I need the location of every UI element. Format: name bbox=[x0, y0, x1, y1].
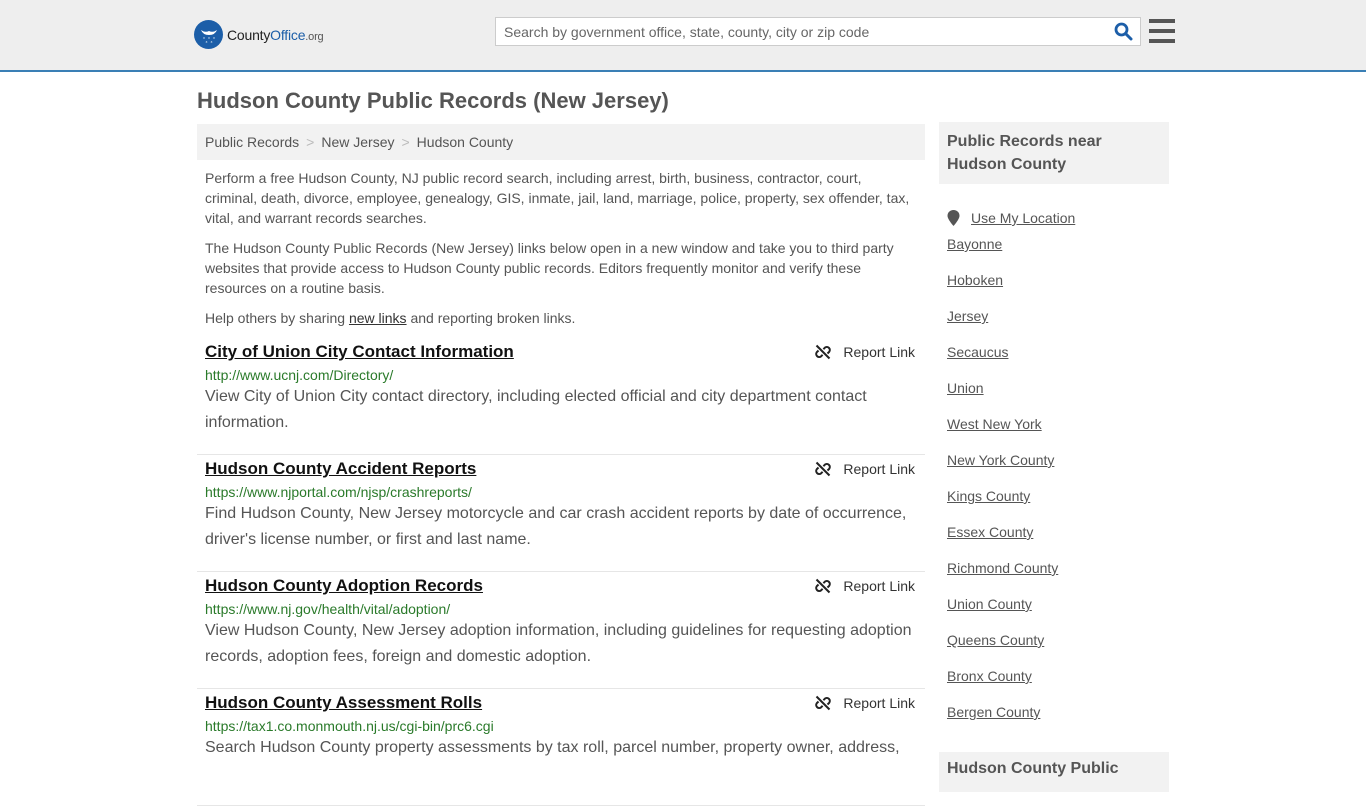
report-link-label: Report Link bbox=[843, 695, 915, 711]
nearby-item: Union County bbox=[947, 596, 1161, 632]
nearby-item: New York County bbox=[947, 452, 1161, 488]
report-link-label: Report Link bbox=[843, 461, 915, 477]
intro-paragraph: Perform a free Hudson County, NJ public … bbox=[205, 170, 910, 226]
search-icon bbox=[1114, 22, 1132, 41]
use-my-location-link[interactable]: Use My Location bbox=[971, 210, 1075, 226]
breadcrumb-hudson-county[interactable]: Hudson County bbox=[417, 134, 514, 150]
record-url-link[interactable]: https://www.nj.gov/health/vital/adoption… bbox=[205, 601, 450, 617]
broken-link-icon bbox=[815, 461, 832, 477]
nearby-link[interactable]: Richmond County bbox=[947, 560, 1058, 576]
record-description: Search Hudson County property assessment… bbox=[205, 739, 900, 756]
record-entry: Hudson County Adoption Records Report Lin… bbox=[197, 572, 925, 689]
broken-link-icon bbox=[815, 578, 832, 594]
nearby-item: Jersey bbox=[947, 308, 1161, 344]
search-button[interactable] bbox=[1106, 18, 1140, 45]
nearby-link[interactable]: Union County bbox=[947, 596, 1032, 612]
hamburger-menu-icon[interactable] bbox=[1149, 19, 1175, 43]
breadcrumb: Public Records > New Jersey > Hudson Cou… bbox=[197, 124, 925, 160]
sidebar-heading: Public Records near Hudson County bbox=[939, 122, 1169, 184]
nearby-item: Bayonne bbox=[947, 236, 1161, 272]
report-link-button[interactable]: Report Link bbox=[815, 578, 915, 594]
record-entry: Hudson County Accident Reports Report Lin… bbox=[197, 455, 925, 572]
report-link-label: Report Link bbox=[843, 578, 915, 594]
search-input[interactable] bbox=[496, 18, 1106, 45]
nearby-item: West New York bbox=[947, 416, 1161, 452]
nearby-item: Richmond County bbox=[947, 560, 1161, 596]
site-header: CountyOffice.org bbox=[0, 0, 1366, 72]
nearby-link[interactable]: Essex County bbox=[947, 524, 1033, 540]
report-link-label: Report Link bbox=[843, 344, 915, 360]
record-title-link[interactable]: Hudson County Adoption Records bbox=[205, 576, 483, 596]
location-pin-icon bbox=[947, 210, 960, 226]
nearby-link[interactable]: Hoboken bbox=[947, 272, 1003, 288]
breadcrumb-separator: > bbox=[401, 134, 410, 150]
record-description: View Hudson County, New Jersey adoption … bbox=[205, 622, 912, 665]
nearby-item: Bergen County bbox=[947, 704, 1161, 740]
record-url-link[interactable]: https://tax1.co.monmouth.nj.us/cgi-bin/p… bbox=[205, 718, 494, 734]
report-link-button[interactable]: Report Link bbox=[815, 695, 915, 711]
nearby-item: Secaucus bbox=[947, 344, 1161, 380]
intro-paragraph: The Hudson County Public Records (New Je… bbox=[205, 240, 894, 296]
nearby-item: Essex County bbox=[947, 524, 1161, 560]
nearby-link[interactable]: Queens County bbox=[947, 632, 1044, 648]
nearby-link[interactable]: Bayonne bbox=[947, 236, 1002, 252]
broken-link-icon bbox=[815, 695, 832, 711]
nearby-link[interactable]: Union bbox=[947, 380, 984, 396]
main-content: Public Records > New Jersey > Hudson Cou… bbox=[197, 124, 925, 806]
record-url-link[interactable]: http://www.ucnj.com/Directory/ bbox=[205, 367, 393, 383]
record-entry: Hudson County Assessment Rolls Report Lin… bbox=[197, 689, 925, 806]
broken-link-icon bbox=[815, 344, 832, 360]
sidebar-heading-2: Hudson County Public bbox=[939, 752, 1169, 792]
record-title-link[interactable]: City of Union City Contact Information bbox=[205, 342, 514, 362]
nearby-item: Queens County bbox=[947, 632, 1161, 668]
breadcrumb-new-jersey[interactable]: New Jersey bbox=[321, 134, 394, 150]
nearby-item: Hoboken bbox=[947, 272, 1161, 308]
record-description: View City of Union City contact director… bbox=[205, 388, 867, 431]
breadcrumb-public-records[interactable]: Public Records bbox=[205, 134, 299, 150]
nearby-link[interactable]: Jersey bbox=[947, 308, 988, 324]
page-title: Hudson County Public Records (New Jersey… bbox=[197, 88, 669, 113]
nearby-link[interactable]: Bronx County bbox=[947, 668, 1032, 684]
nearby-list: Use My Location Bayonne Hoboken Jersey Seca… bbox=[939, 200, 1169, 740]
sidebar: Public Records near Hudson County Use My… bbox=[939, 122, 1169, 792]
nearby-item: Union bbox=[947, 380, 1161, 416]
nearby-link[interactable]: New York County bbox=[947, 452, 1054, 468]
record-title-link[interactable]: Hudson County Accident Reports bbox=[205, 459, 476, 479]
record-entry: City of Union City Contact Information Re… bbox=[197, 338, 925, 455]
use-location-item: Use My Location bbox=[947, 200, 1161, 236]
site-logo[interactable]: CountyOffice.org bbox=[194, 20, 324, 49]
nearby-item: Kings County bbox=[947, 488, 1161, 524]
search-bar bbox=[495, 17, 1141, 46]
nearby-link[interactable]: Secaucus bbox=[947, 344, 1008, 360]
nearby-link[interactable]: West New York bbox=[947, 416, 1042, 432]
report-link-button[interactable]: Report Link bbox=[815, 344, 915, 360]
record-list: City of Union City Contact Information Re… bbox=[197, 338, 925, 806]
nearby-link[interactable]: Kings County bbox=[947, 488, 1030, 504]
share-paragraph: Help others by sharing new links and rep… bbox=[205, 310, 576, 326]
new-links-link[interactable]: new links bbox=[349, 310, 407, 326]
intro-text: Perform a free Hudson County, NJ public … bbox=[197, 160, 925, 328]
record-title-link[interactable]: Hudson County Assessment Rolls bbox=[205, 693, 482, 713]
breadcrumb-separator: > bbox=[306, 134, 315, 150]
record-description: Find Hudson County, New Jersey motorcycl… bbox=[205, 505, 907, 548]
nearby-link[interactable]: Bergen County bbox=[947, 704, 1040, 720]
eagle-logo-icon bbox=[194, 20, 223, 49]
nearby-item: Bronx County bbox=[947, 668, 1161, 704]
logo-text: CountyOffice.org bbox=[227, 26, 324, 43]
record-url-link[interactable]: https://www.njportal.com/njsp/crashrepor… bbox=[205, 484, 472, 500]
report-link-button[interactable]: Report Link bbox=[815, 461, 915, 477]
